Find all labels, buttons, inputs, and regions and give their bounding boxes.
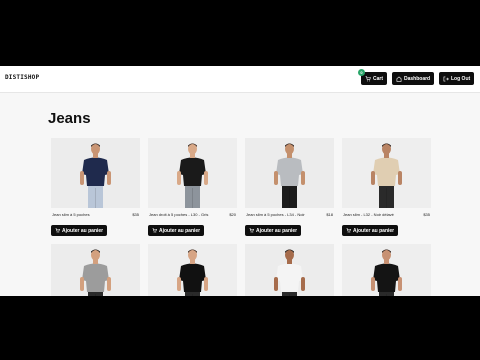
product-info: Jean slim à 5 poches $35 bbox=[51, 208, 140, 220]
product-card[interactable] bbox=[342, 244, 431, 296]
product-name[interactable]: Jean slim - L32 - Noir délavé bbox=[343, 212, 394, 217]
product-image[interactable] bbox=[51, 244, 140, 296]
product-image[interactable] bbox=[245, 244, 334, 296]
product-image[interactable] bbox=[51, 138, 140, 208]
product-price: $35 bbox=[132, 211, 139, 217]
browser-viewport: DISTISHOP 0 Cart Dashboard Log Out Jeans… bbox=[0, 66, 480, 296]
add-to-cart-label: Ajouter au panier bbox=[62, 227, 104, 234]
cart-icon bbox=[55, 228, 60, 233]
product-grid: Jean slim à 5 poches $35 Ajouter au panier… bbox=[51, 138, 431, 296]
model-photo bbox=[148, 244, 237, 296]
page-title: Jeans bbox=[48, 110, 91, 127]
product-info: Jean slim - L32 - Noir délavé $35 bbox=[342, 208, 431, 220]
dashboard-icon bbox=[396, 76, 402, 82]
logout-button[interactable]: Log Out bbox=[439, 72, 475, 85]
model-photo bbox=[245, 138, 334, 208]
product-name[interactable]: Jean slim à 5 poches bbox=[52, 212, 90, 217]
add-to-cart-button[interactable]: Ajouter au panier bbox=[51, 225, 108, 236]
site-logo[interactable]: DISTISHOP bbox=[5, 74, 39, 81]
product-image[interactable] bbox=[342, 244, 431, 296]
product-name[interactable]: Jean droit à 5 poches - L30 - Gris bbox=[149, 212, 208, 217]
product-card[interactable]: Jean droit à 5 poches - L30 - Gris $20 Ajo… bbox=[148, 138, 237, 238]
cart-icon bbox=[346, 228, 351, 233]
cart-button[interactable]: 0 Cart bbox=[358, 69, 388, 85]
product-image[interactable] bbox=[342, 138, 431, 208]
cart-label: Cart bbox=[373, 75, 384, 82]
model-photo bbox=[342, 244, 431, 296]
add-to-cart-button[interactable]: Ajouter au panier bbox=[148, 225, 205, 236]
add-to-cart-button[interactable]: Ajouter au panier bbox=[342, 225, 399, 236]
product-price: $18 bbox=[326, 211, 333, 217]
logout-label: Log Out bbox=[451, 75, 471, 82]
product-card[interactable] bbox=[51, 244, 140, 296]
product-card[interactable]: Jean slim - L32 - Noir délavé $35 Ajouter … bbox=[342, 138, 431, 238]
product-image[interactable] bbox=[148, 138, 237, 208]
model-photo bbox=[342, 138, 431, 208]
product-info: Jean slim à 5 poches - L34 - Noir $18 bbox=[245, 208, 334, 220]
product-price: $20 bbox=[229, 211, 236, 217]
add-to-cart-button[interactable]: Ajouter au panier bbox=[245, 225, 302, 236]
product-price: $35 bbox=[423, 211, 430, 217]
dashboard-button[interactable]: Dashboard bbox=[392, 72, 435, 85]
product-card[interactable] bbox=[148, 244, 237, 296]
logout-icon bbox=[443, 76, 449, 81]
dashboard-label: Dashboard bbox=[404, 75, 431, 82]
cart-count-badge: 0 bbox=[358, 69, 365, 76]
add-to-cart-label: Ajouter au panier bbox=[256, 227, 298, 234]
cart-icon bbox=[365, 75, 371, 81]
product-card[interactable] bbox=[245, 244, 334, 296]
product-card[interactable]: Jean slim à 5 poches $35 Ajouter au panier bbox=[51, 138, 140, 238]
product-image[interactable] bbox=[245, 138, 334, 208]
cart-icon bbox=[152, 228, 157, 233]
model-photo bbox=[51, 244, 140, 296]
model-photo bbox=[245, 244, 334, 296]
product-card[interactable]: Jean slim à 5 poches - L34 - Noir $18 Ajou… bbox=[245, 138, 334, 238]
product-image[interactable] bbox=[148, 244, 237, 296]
model-photo bbox=[148, 138, 237, 208]
cart-icon bbox=[249, 228, 254, 233]
product-name[interactable]: Jean slim à 5 poches - L34 - Noir bbox=[246, 212, 305, 217]
model-photo bbox=[51, 138, 140, 208]
product-info: Jean droit à 5 poches - L30 - Gris $20 bbox=[148, 208, 237, 220]
top-navbar: DISTISHOP 0 Cart Dashboard Log Out bbox=[0, 66, 480, 93]
add-to-cart-label: Ajouter au panier bbox=[353, 227, 395, 234]
add-to-cart-label: Ajouter au panier bbox=[159, 227, 201, 234]
